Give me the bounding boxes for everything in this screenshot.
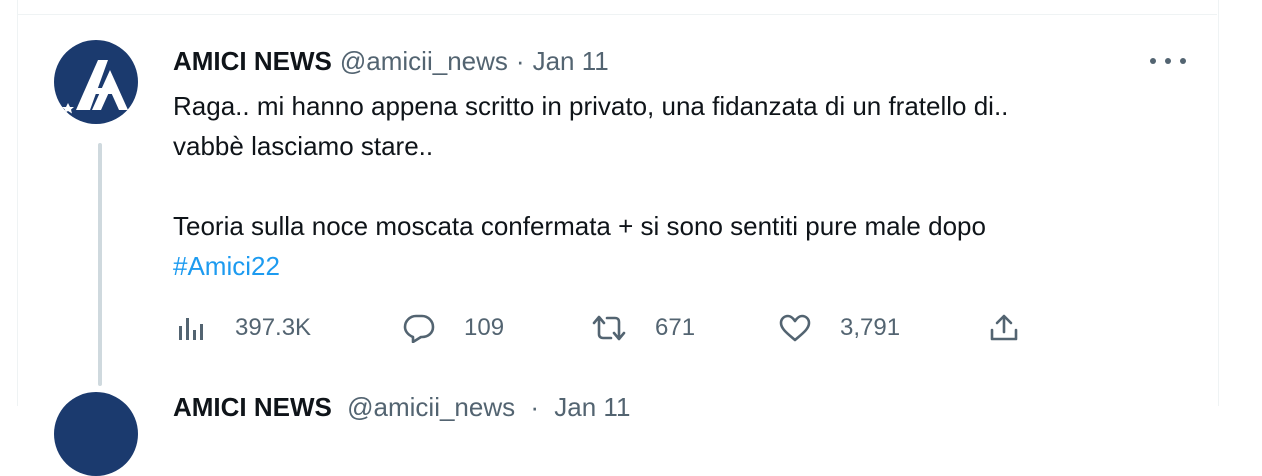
share-button[interactable] <box>988 308 1020 348</box>
author-handle[interactable]: @amicii_news <box>340 46 508 77</box>
tweet-header: AMICI NEWS @amicii_news · Jan 11 <box>173 44 609 78</box>
like-count: 3,791 <box>840 314 901 341</box>
tweet-text: Raga.. mi hanno appena scritto in privat… <box>173 86 1183 286</box>
tweet-text-line: vabbè lasciamo stare.. <box>173 131 434 161</box>
like-icon <box>778 313 812 343</box>
separator-dot: · <box>515 45 525 76</box>
more-dot <box>1180 58 1186 64</box>
author-handle[interactable]: @amicii_news <box>347 392 515 422</box>
avatar[interactable] <box>54 392 138 476</box>
amici-logo-icon <box>62 60 128 114</box>
reply-count: 109 <box>464 314 505 341</box>
views-count: 397.3K <box>235 314 312 341</box>
views-button[interactable]: 397.3K <box>173 308 311 348</box>
more-dot <box>1165 58 1171 64</box>
views-icon <box>173 314 207 342</box>
tweet-date[interactable]: Jan 11 <box>554 392 630 422</box>
tweet-header: AMICI NEWS @amicii_news · Jan 11 <box>173 392 630 423</box>
author-name[interactable]: AMICI NEWS <box>173 46 332 77</box>
like-button[interactable]: 3,791 <box>778 308 900 348</box>
more-icon[interactable] <box>1150 52 1186 70</box>
avatar[interactable] <box>54 40 138 124</box>
retweet-icon <box>591 314 627 342</box>
reply-button[interactable]: 109 <box>402 308 504 348</box>
tweet-date[interactable]: Jan 11 <box>533 46 609 77</box>
share-icon <box>988 313 1020 343</box>
author-name[interactable]: AMICI NEWS <box>173 392 332 422</box>
separator-dot: · <box>530 392 540 422</box>
reply-icon <box>402 313 436 343</box>
retweet-count: 671 <box>655 314 696 341</box>
retweet-button[interactable]: 671 <box>591 308 695 348</box>
tweet-text-line: Teoria sulla noce moscata confermata + s… <box>173 211 986 241</box>
hashtag-link[interactable]: #Amici22 <box>173 251 280 281</box>
more-dot <box>1150 58 1156 64</box>
divider <box>17 14 1217 15</box>
tweet-text-line: Raga.. mi hanno appena scritto in privat… <box>173 91 1009 121</box>
thread-line <box>98 143 102 386</box>
